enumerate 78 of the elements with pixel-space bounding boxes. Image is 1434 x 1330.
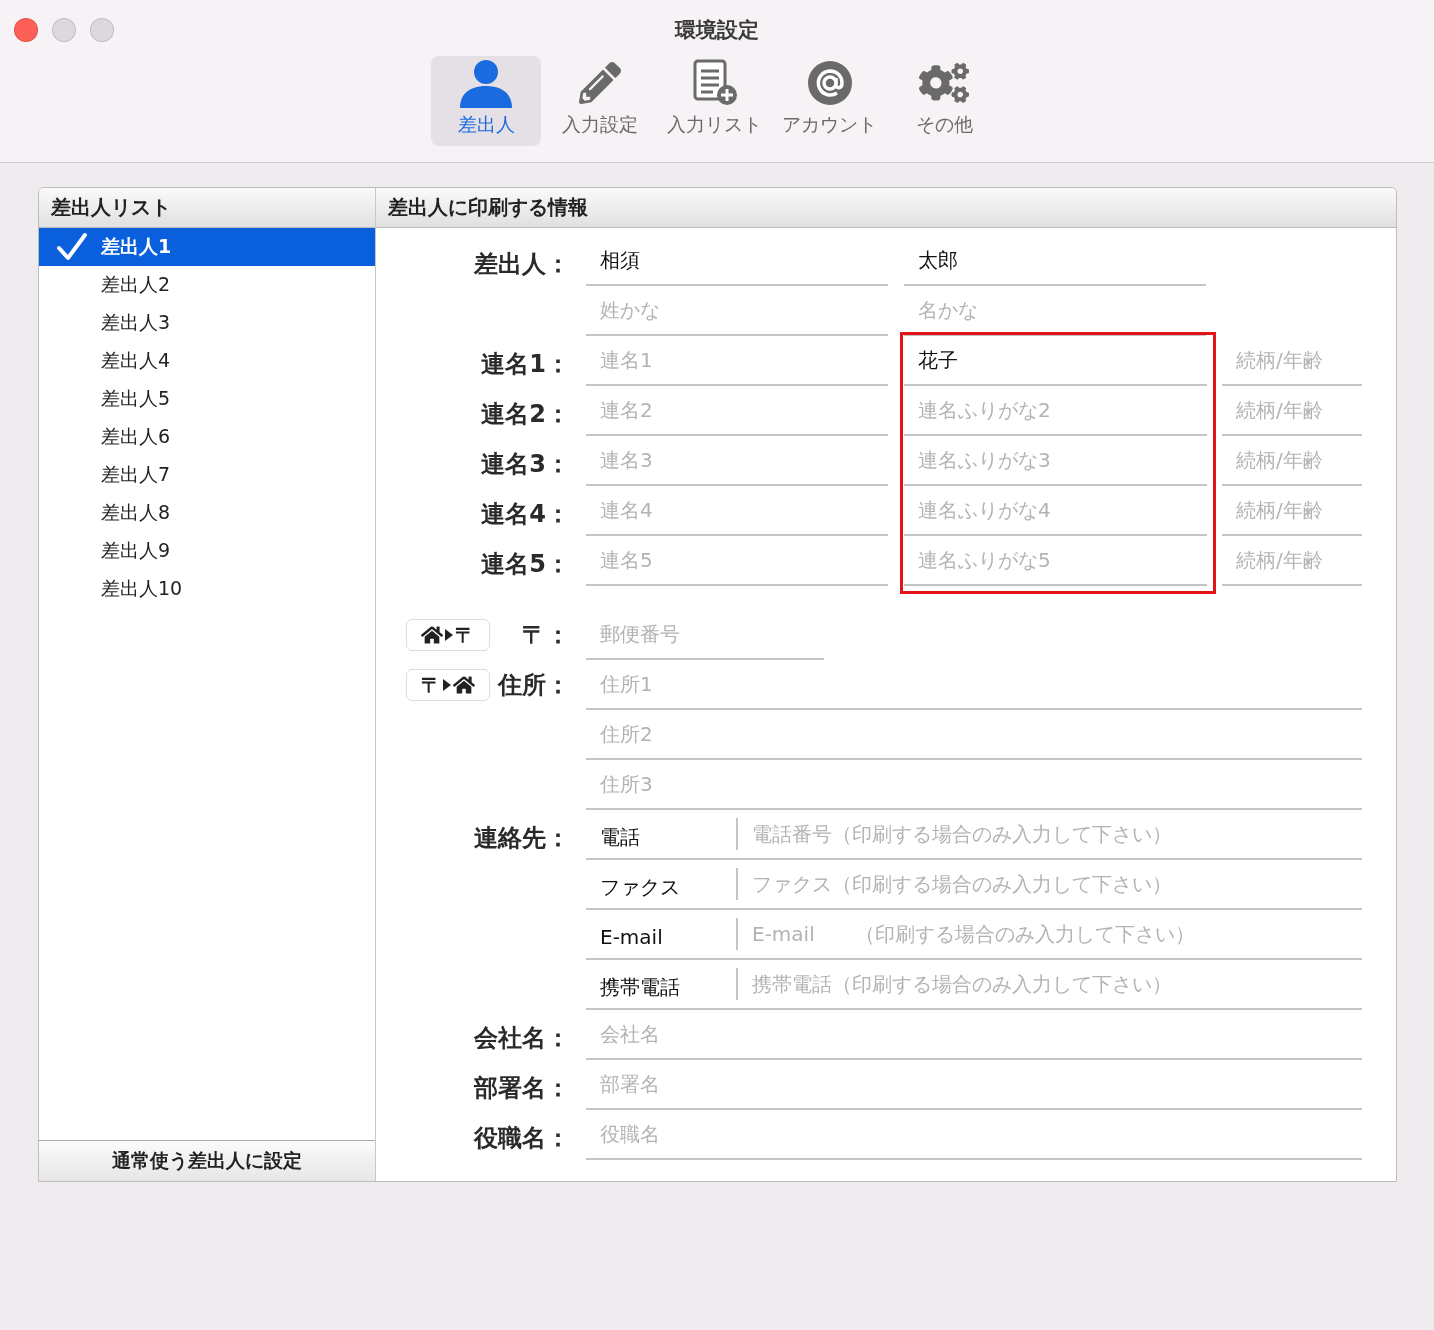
field-label: 連名4： [480, 499, 571, 530]
field-label: 連名3： [480, 449, 571, 480]
input-field[interactable]: 連名3 [586, 436, 888, 486]
field-label: 会社名： [473, 1023, 571, 1054]
field-label: 連名5： [480, 549, 571, 580]
input-field[interactable]: 連名1 [586, 336, 888, 386]
sender-list-item[interactable]: 差出人2 [39, 266, 375, 304]
sender-list-item[interactable]: 差出人6 [39, 418, 375, 456]
input-field[interactable]: 住所1 [586, 660, 1362, 710]
window-title: 環境設定 [675, 17, 759, 42]
input-field[interactable]: 名かな [904, 286, 1206, 336]
field-label: 連絡先： [473, 823, 571, 854]
field-label: 住所： [498, 670, 571, 701]
input-field[interactable]: 郵便番号 [586, 610, 824, 660]
person-icon [458, 58, 514, 108]
field-label: 連名2： [480, 399, 571, 430]
toolbar-tab[interactable]: 差出人 [431, 56, 541, 146]
input-field[interactable]: 続柄/年齢 [1222, 436, 1362, 486]
arrow-right-icon [445, 629, 453, 641]
field-label: 差出人： [472, 249, 571, 280]
input-field[interactable]: 連名ふりがな2 [904, 386, 1207, 436]
field-label: 部署名： [472, 1073, 571, 1104]
input-field[interactable]: 部署名 [586, 1060, 1362, 1110]
sender-list-item[interactable]: 差出人7 [39, 456, 375, 494]
input-field[interactable]: 続柄/年齢 [1222, 486, 1362, 536]
input-field[interactable]: 花子 [904, 336, 1207, 386]
input-field[interactable]: 連名ふりがな4 [904, 486, 1207, 536]
input-field[interactable]: 続柄/年齢 [1222, 336, 1362, 386]
input-field[interactable]: 姓かな [586, 286, 888, 336]
input-field[interactable]: 相須 [586, 236, 888, 286]
form-header: 差出人に印刷する情報 [376, 188, 1396, 228]
contact-type-label: E-mail [599, 924, 664, 949]
input-field[interactable]: 住所2 [586, 710, 1362, 760]
input-field[interactable]: 続柄/年齢 [1222, 536, 1362, 586]
sender-list-item[interactable]: 差出人10 [39, 570, 375, 608]
postal-to-address-button[interactable]: 〒 [406, 669, 490, 701]
contact-type-label: 携帯電話 [599, 973, 681, 1001]
list-header: 差出人リスト [39, 188, 375, 228]
input-field[interactable]: 連名2 [586, 386, 888, 436]
pencil-icon [579, 62, 621, 104]
contact-type-label: ファクス [599, 873, 681, 901]
input-field[interactable]: ファクス（印刷する場合のみ入力して下さい） [738, 860, 1362, 908]
input-field[interactable]: 連名ふりがな5 [904, 536, 1207, 586]
sender-list-item[interactable]: 差出人4 [39, 342, 375, 380]
input-field[interactable]: 連名ふりがな3 [904, 436, 1207, 486]
input-field[interactable]: 連名4 [586, 486, 888, 536]
at-sign-icon [805, 59, 854, 107]
toolbar-tab[interactable]: アカウント [774, 56, 885, 146]
checkmark-icon [57, 233, 87, 261]
input-field[interactable]: 太郎 [904, 236, 1206, 286]
input-field[interactable]: 連名5 [586, 536, 888, 586]
toolbar-tab[interactable]: 入力リスト [659, 56, 770, 146]
toolbar-tab[interactable]: その他 [889, 56, 999, 146]
field-label: 〒： [522, 620, 571, 651]
field-label: 連名1： [480, 349, 571, 380]
input-field[interactable]: 携帯電話（印刷する場合のみ入力して下さい） [738, 960, 1362, 1008]
house-icon [421, 624, 443, 646]
sender-list-item[interactable]: 差出人8 [39, 494, 375, 532]
input-field[interactable]: 役職名 [586, 1110, 1362, 1160]
toolbar-tab[interactable]: 入力設定 [545, 56, 655, 146]
sender-list-item[interactable]: 差出人1 [39, 228, 375, 266]
input-field[interactable]: E-mail （印刷する場合のみ入力して下さい） [738, 910, 1362, 958]
input-field[interactable]: 住所3 [586, 760, 1362, 810]
zoom-button[interactable] [90, 18, 114, 42]
field-label: 役職名： [472, 1123, 571, 1154]
set-default-button[interactable]: 通常使う差出人に設定 [39, 1140, 375, 1181]
arrow-right-icon [443, 679, 451, 691]
minimize-button[interactable] [52, 18, 76, 42]
sender-list-item[interactable]: 差出人9 [39, 532, 375, 570]
house-icon [453, 674, 475, 696]
input-field[interactable]: 電話番号（印刷する場合のみ入力して下さい） [738, 810, 1362, 858]
sender-list-item[interactable]: 差出人3 [39, 304, 375, 342]
contact-type-label: 電話 [599, 823, 641, 851]
close-button[interactable] [14, 18, 38, 42]
input-field[interactable]: 会社名 [586, 1010, 1362, 1060]
sender-list-item[interactable]: 差出人5 [39, 380, 375, 418]
address-to-postal-button[interactable]: 〒 [406, 619, 490, 651]
input-field[interactable]: 続柄/年齢 [1222, 386, 1362, 436]
